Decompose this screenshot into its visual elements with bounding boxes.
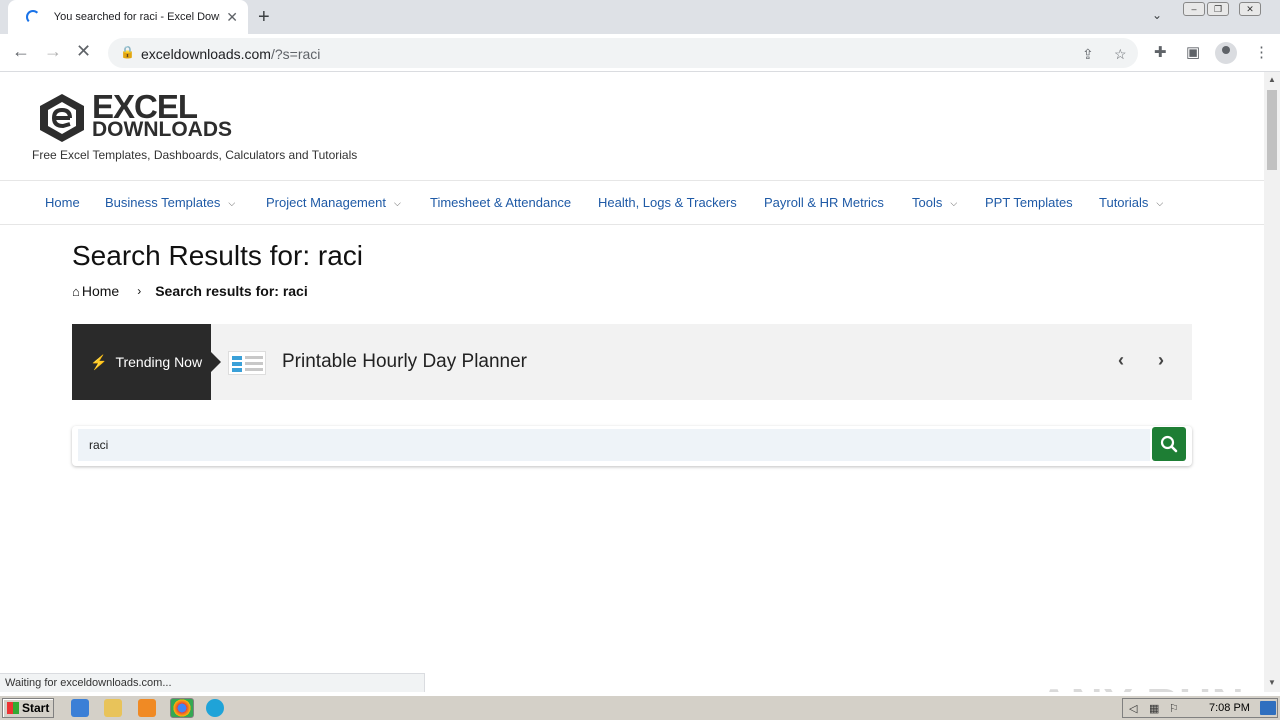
browser-tab-bar: You searched for raci - Excel Downlo ✕ +… bbox=[0, 0, 1280, 34]
nav-item-project-management[interactable]: Project Management ⌵ bbox=[266, 195, 401, 210]
breadcrumb-home-link[interactable]: Home bbox=[82, 283, 119, 299]
site-tagline: Free Excel Templates, Dashboards, Calcul… bbox=[32, 148, 358, 162]
restore-button[interactable]: ❐ bbox=[1207, 2, 1229, 16]
extensions-puzzle-icon[interactable]: ✚ bbox=[1154, 43, 1167, 61]
browser-toolbar: ← → ✕ 🔒 exceldownloads.com/?s=raci ⇪ ☆ ✚… bbox=[0, 34, 1280, 72]
page-title: Search Results for: raci bbox=[72, 240, 363, 271]
url-text[interactable]: exceldownloads.com/?s=raci bbox=[141, 46, 320, 62]
close-tab-icon[interactable]: ✕ bbox=[226, 9, 238, 26]
nav-item-home[interactable]: Home bbox=[45, 195, 80, 210]
breadcrumb: ⌂ Home › Search results for: raci bbox=[72, 283, 308, 299]
nav-item-tools[interactable]: Tools ⌵ bbox=[912, 195, 957, 210]
trending-label: ⚡ Trending Now bbox=[72, 324, 221, 400]
nav-label: Project Management bbox=[266, 195, 386, 210]
chevron-down-icon: ⌵ bbox=[1156, 198, 1164, 208]
breadcrumb-current: Search results for: raci bbox=[155, 283, 308, 299]
trending-prev-arrow-icon[interactable]: ‹ bbox=[1118, 350, 1124, 371]
side-panel-icon[interactable]: ▣ bbox=[1186, 43, 1200, 61]
system-tray: ◁ ▦ ⚐ 7:08 PM bbox=[1122, 698, 1278, 718]
nav-item-ppt-templates[interactable]: PPT Templates bbox=[985, 195, 1073, 210]
nav-label: Home bbox=[45, 195, 80, 210]
start-label: Start bbox=[22, 701, 50, 715]
nav-label: Payroll & HR Metrics bbox=[764, 195, 884, 210]
logo-word-downloads: DOWNLOADS bbox=[92, 118, 232, 141]
page-scrollbar[interactable]: ▲ ▼ bbox=[1264, 72, 1280, 692]
nav-label: Tutorials bbox=[1099, 195, 1149, 210]
nav-item-timesheet-attendance[interactable]: Timesheet & Attendance bbox=[430, 195, 571, 210]
volume-icon[interactable]: ◁ bbox=[1129, 702, 1143, 715]
trending-thumbnail[interactable] bbox=[228, 351, 266, 375]
scroll-up-arrow-icon[interactable]: ▲ bbox=[1268, 75, 1276, 84]
new-tab-button[interactable]: + bbox=[258, 6, 270, 29]
show-desktop-icon[interactable] bbox=[1260, 701, 1276, 715]
nav-item-payroll-hr-metrics[interactable]: Payroll & HR Metrics bbox=[764, 195, 884, 210]
search-icon bbox=[1160, 435, 1178, 453]
search-form bbox=[72, 426, 1192, 466]
url-host: exceldownloads.com bbox=[141, 46, 271, 62]
nav-item-business-templates[interactable]: Business Templates ⌵ bbox=[105, 195, 235, 210]
chevron-down-icon: ⌵ bbox=[950, 198, 958, 208]
stop-loading-button[interactable]: ✕ bbox=[76, 41, 91, 62]
bookmark-star-icon[interactable]: ☆ bbox=[1114, 46, 1127, 63]
tab-search-chevron-icon[interactable]: ⌄ bbox=[1152, 8, 1162, 22]
chevron-down-icon: ⌵ bbox=[393, 198, 401, 208]
chevron-down-icon: ⌵ bbox=[228, 198, 236, 208]
taskbar-clock[interactable]: 7:08 PM bbox=[1209, 702, 1250, 714]
trending-item-title[interactable]: Printable Hourly Day Planner bbox=[282, 351, 527, 373]
share-icon[interactable]: ⇪ bbox=[1082, 46, 1094, 63]
minimize-button[interactable]: – bbox=[1183, 2, 1205, 16]
nav-label: Health, Logs & Trackers bbox=[598, 195, 737, 210]
windows-taskbar: Start ◁ ▦ ⚐ 7:08 PM bbox=[0, 695, 1280, 720]
internet-explorer-icon[interactable] bbox=[71, 699, 89, 717]
forward-button[interactable]: → bbox=[44, 41, 62, 62]
lock-icon[interactable]: 🔒 bbox=[120, 45, 135, 59]
anyrun-watermark: ANY RUN bbox=[1038, 680, 1245, 692]
nav-label: Tools bbox=[912, 195, 943, 210]
search-input[interactable] bbox=[78, 429, 1150, 461]
nav-label: Timesheet & Attendance bbox=[430, 195, 572, 210]
media-player-icon[interactable] bbox=[138, 699, 156, 717]
address-bar[interactable]: 🔒 exceldownloads.com/?s=raci ⇪ ☆ bbox=[108, 38, 1138, 68]
chrome-taskbar-icon[interactable] bbox=[170, 698, 194, 718]
web-page: EXCEL DOWNLOADS Free Excel Templates, Da… bbox=[0, 72, 1264, 692]
file-explorer-icon[interactable] bbox=[104, 699, 122, 717]
trending-ticker: ⚡ Trending Now Printable Hourly Day Plan… bbox=[72, 324, 1192, 400]
nav-item-tutorials[interactable]: Tutorials ⌵ bbox=[1099, 195, 1163, 210]
windows-flag-icon bbox=[7, 702, 19, 714]
nav-label: PPT Templates bbox=[985, 195, 1073, 210]
browser-tab[interactable]: You searched for raci - Excel Downlo ✕ bbox=[8, 0, 248, 34]
network-icon[interactable]: ▦ bbox=[1149, 702, 1163, 715]
nav-label: Business Templates bbox=[105, 195, 221, 210]
nav-item-health-logs-trackers[interactable]: Health, Logs & Trackers bbox=[598, 195, 737, 210]
chevron-right-icon: › bbox=[137, 284, 142, 298]
start-button[interactable]: Start bbox=[2, 698, 54, 718]
scrollbar-thumb[interactable] bbox=[1267, 90, 1277, 170]
trending-label-text: Trending Now bbox=[115, 354, 203, 370]
trending-next-arrow-icon[interactable]: › bbox=[1158, 350, 1164, 371]
menu-kebab-icon[interactable]: ⋮ bbox=[1254, 43, 1269, 61]
action-center-flag-icon[interactable]: ⚐ bbox=[1169, 702, 1183, 715]
back-button[interactable]: ← bbox=[12, 41, 30, 62]
lightning-icon: ⚡ bbox=[90, 353, 108, 370]
window-controls: – ❐ ✕ bbox=[1183, 2, 1261, 16]
close-window-button[interactable]: ✕ bbox=[1239, 2, 1261, 16]
edge-icon[interactable] bbox=[206, 699, 224, 717]
loading-spinner-icon bbox=[26, 10, 40, 24]
scroll-down-arrow-icon[interactable]: ▼ bbox=[1268, 678, 1276, 687]
home-icon: ⌂ bbox=[72, 283, 80, 299]
browser-status-bar: Waiting for exceldownloads.com... bbox=[0, 673, 425, 692]
tab-title: You searched for raci - Excel Downlo bbox=[53, 11, 221, 23]
profile-avatar[interactable] bbox=[1215, 42, 1237, 64]
main-navigation: Home Business Templates ⌵ Project Managem… bbox=[0, 180, 1264, 225]
search-submit-button[interactable] bbox=[1152, 427, 1186, 461]
url-path: /?s=raci bbox=[270, 46, 321, 62]
logo-hexagon-icon bbox=[40, 94, 84, 142]
